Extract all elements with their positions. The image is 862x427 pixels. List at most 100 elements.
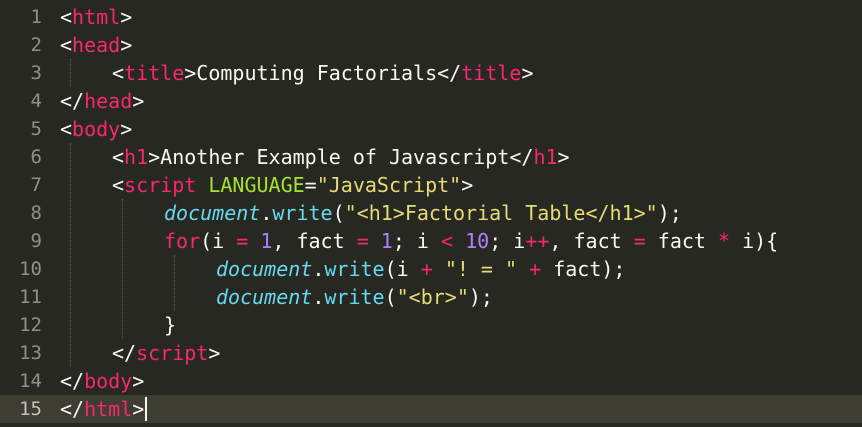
code-punctuation: , fact (272, 229, 357, 253)
operator-keyword: * (718, 229, 731, 253)
line-number: 2 (30, 34, 42, 56)
code-line[interactable]: 13 </script> (0, 339, 862, 367)
number-literal: 1 (380, 229, 393, 253)
code-punctuation: (i (384, 257, 421, 281)
tag-name: script (136, 341, 209, 365)
code-punctuation: > (208, 341, 221, 365)
line-number: 9 (30, 230, 42, 252)
code-punctuation: < (60, 117, 73, 141)
code-punctuation: ); (468, 285, 493, 309)
code-line[interactable]: 5 <body> (0, 115, 862, 143)
code-punctuation: </ (60, 89, 85, 113)
code-text: <h1>Another Example of Javascript</h1> (112, 143, 570, 171)
code-line[interactable]: 4 </head> (0, 87, 862, 115)
code-punctuation: = (304, 173, 317, 197)
code-punctuation: , fact (549, 229, 634, 253)
code-line[interactable]: 12} (0, 311, 862, 339)
tag-name: head (84, 89, 133, 113)
code-punctuation: (i (200, 229, 237, 253)
code-text: for(i = 1, fact = 1; i < 10; i++, fact =… (164, 227, 778, 255)
attribute-name: LANGUAGE (208, 173, 305, 197)
line-number: 6 (30, 146, 42, 168)
line-number: 10 (19, 258, 42, 280)
operator-keyword: = (633, 229, 646, 253)
code-text: </html> (60, 395, 144, 423)
code-text: document.write("<h1>Factorial Table</h1>… (164, 199, 682, 227)
code-line[interactable]: 9 for(i = 1, fact = 1; i < 10; i++, fact … (0, 227, 862, 255)
code-text: <head> (60, 31, 132, 59)
indent-guide (174, 255, 175, 311)
code-text: } (164, 311, 176, 339)
line-number: 7 (30, 174, 42, 196)
code-text: <script LANGUAGE="JavaScript"> (112, 171, 473, 199)
number-literal: 1 (260, 229, 273, 253)
operator-keyword: + (529, 257, 542, 281)
code-line[interactable]: 2 <head> (0, 31, 862, 59)
line-number: 4 (30, 90, 42, 112)
code-punctuation: < (112, 173, 125, 197)
code-punctuation: >Another Example of Javascript</ (148, 145, 534, 169)
code-punctuation (369, 229, 381, 253)
tag-name: html (84, 397, 133, 421)
code-punctuation (248, 229, 260, 253)
indent-guide (70, 143, 71, 367)
code-punctuation: < (112, 61, 125, 85)
line-number: 3 (30, 62, 42, 84)
code-punctuation: ); (657, 201, 682, 225)
code-punctuation (453, 229, 465, 253)
text-cursor (145, 397, 148, 421)
code-punctuation: > (557, 145, 570, 169)
string-literal: "JavaScript" (316, 173, 462, 197)
code-line[interactable]: 8 document.write("<h1>Factorial Table</h1… (0, 199, 862, 227)
indent-guide (122, 199, 123, 339)
tag-name: html (72, 5, 121, 29)
code-punctuation (433, 257, 445, 281)
function-name: write (272, 201, 333, 225)
string-literal: "<h1>Factorial Table</h1>" (344, 201, 658, 225)
code-punctuation: </ (112, 341, 137, 365)
line-number: 11 (19, 286, 42, 308)
code-punctuation: } (164, 313, 177, 337)
code-line[interactable]: 3 <title>Computing Factorials</title> (0, 59, 862, 87)
indent-guide (70, 59, 71, 87)
code-punctuation: ; i (489, 229, 526, 253)
object-name: document (164, 201, 261, 225)
code-punctuation: >Computing Factorials</ (184, 61, 462, 85)
code-line[interactable]: 1 <html> (0, 3, 862, 31)
code-text: <html> (60, 3, 132, 31)
code-text: </body> (60, 367, 144, 395)
line-number: 15 (19, 398, 42, 420)
number-literal: 10 (465, 229, 490, 253)
code-line[interactable]: 10 document.write(i + "! = " + fact); (0, 255, 862, 283)
operator-keyword: < (441, 229, 454, 253)
code-punctuation: </ (60, 397, 85, 421)
code-text: document.write("<br>"); (216, 283, 493, 311)
operator-keyword: = (356, 229, 369, 253)
code-editor[interactable]: 1 <html> 2 <head> 3 <title>Computing Factoria… (0, 0, 862, 427)
function-name: write (324, 285, 385, 309)
code-punctuation: > (521, 61, 534, 85)
code-line[interactable]: 6 <h1>Another Example of Javascript</h1> (0, 143, 862, 171)
operator-keyword: = (236, 229, 249, 253)
tag-name: h1 (533, 145, 558, 169)
tag-name: title (461, 61, 522, 85)
code-punctuation: < (60, 5, 73, 29)
tag-name: script (124, 173, 197, 197)
operator-keyword: ++ (525, 229, 550, 253)
code-line[interactable]: 14 </body> (0, 367, 862, 395)
object-name: document (216, 257, 313, 281)
code-punctuation: > (120, 117, 133, 141)
code-punctuation: > (120, 33, 133, 57)
code-punctuation: ( (384, 285, 397, 309)
code-text: <body> (60, 115, 132, 143)
code-line[interactable]: 11 document.write("<br>"); (0, 283, 862, 311)
code-text: document.write(i + "! = " + fact); (216, 255, 625, 283)
line-number: 5 (30, 118, 42, 140)
code-line[interactable]: 7 <script LANGUAGE="JavaScript"> (0, 171, 862, 199)
code-punctuation: < (60, 33, 73, 57)
code-line[interactable]: 15 </html> (0, 395, 862, 423)
line-number: 13 (19, 342, 42, 364)
code-punctuation: > (461, 173, 474, 197)
code-punctuation: . (312, 257, 325, 281)
code-punctuation (517, 257, 529, 281)
